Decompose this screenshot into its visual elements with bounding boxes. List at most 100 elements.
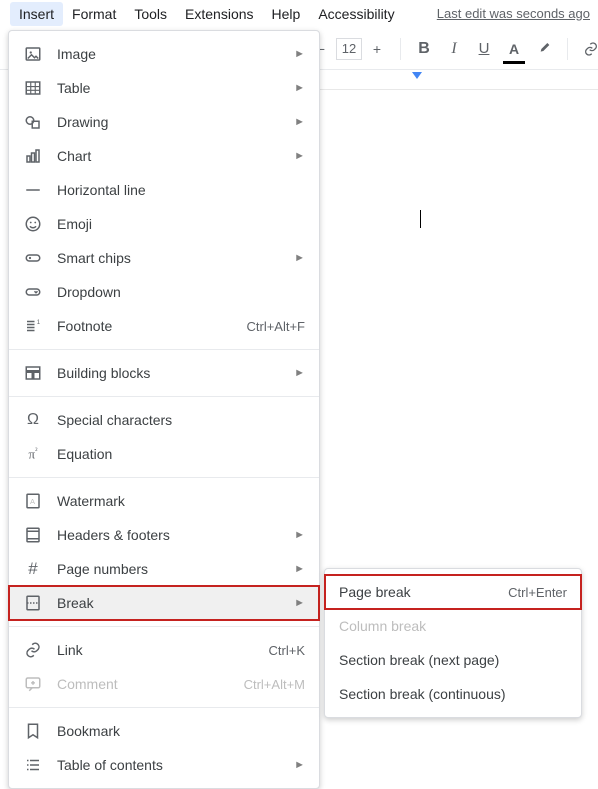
menubar: Insert Format Tools Extensions Help Acce…	[0, 0, 598, 28]
menu-item-image[interactable]: Image►	[9, 37, 319, 71]
menu-item-shortcut: Ctrl+Alt+F	[246, 319, 305, 334]
link-icon	[583, 41, 598, 57]
submenu-arrow-icon: ►	[294, 252, 305, 264]
menu-item-break[interactable]: Break►	[9, 586, 319, 620]
ruler	[320, 72, 598, 90]
submenu-arrow-icon: ►	[294, 367, 305, 379]
bookmark-icon	[23, 721, 43, 741]
menu-item-label: Table of contents	[57, 757, 294, 773]
menu-extensions[interactable]: Extensions	[176, 2, 262, 26]
menu-separator	[9, 349, 319, 350]
submenu-item-label: Page break	[339, 584, 508, 600]
menu-item-label: Building blocks	[57, 365, 294, 381]
break-submenu: Page breakCtrl+Enter Column break Section …	[324, 568, 582, 718]
menu-item-emoji[interactable]: Emoji	[9, 207, 319, 241]
submenu-arrow-icon: ►	[294, 759, 305, 771]
text-color-button[interactable]: A	[501, 36, 527, 62]
emoji-icon	[23, 214, 43, 234]
submenu-item-section-break-continuous-[interactable]: Section break (continuous)	[325, 677, 581, 711]
svg-text:1: 1	[37, 320, 41, 326]
menu-item-table-of-contents[interactable]: Table of contents►	[9, 748, 319, 782]
menu-item-table[interactable]: Table►	[9, 71, 319, 105]
submenu-item-column-break: Column break	[325, 609, 581, 643]
menu-item-horizontal-line[interactable]: Horizontal line	[9, 173, 319, 207]
menu-item-label: Headers & footers	[57, 527, 294, 543]
smartchips-icon	[23, 248, 43, 268]
submenu-item-label: Section break (continuous)	[339, 686, 567, 702]
menu-item-link[interactable]: LinkCtrl+K	[9, 633, 319, 667]
menu-tools[interactable]: Tools	[125, 2, 176, 26]
menu-item-equation[interactable]: π²Equation	[9, 437, 319, 471]
drawing-icon	[23, 112, 43, 132]
indent-marker[interactable]	[412, 72, 422, 79]
menu-item-label: Comment	[57, 676, 244, 692]
menu-item-building-blocks[interactable]: Building blocks►	[9, 356, 319, 390]
last-edit-link[interactable]: Last edit was seconds ago	[437, 6, 590, 21]
menu-format[interactable]: Format	[63, 2, 125, 26]
menu-item-comment: CommentCtrl+Alt+M	[9, 667, 319, 701]
bold-button[interactable]: B	[411, 36, 437, 62]
chart-icon	[23, 146, 43, 166]
menu-item-page-numbers[interactable]: # Page numbers►	[9, 552, 319, 586]
menu-item-label: Chart	[57, 148, 294, 164]
menu-item-label: Equation	[57, 446, 305, 462]
hline-icon	[23, 180, 43, 200]
menu-item-shortcut: Ctrl+K	[269, 643, 305, 658]
insert-menu-dropdown: Image►Table►Drawing►Chart►Horizontal lin…	[8, 30, 320, 789]
toolbar-divider	[567, 38, 568, 60]
highlighter-icon	[536, 41, 552, 57]
submenu-item-page-break[interactable]: Page breakCtrl+Enter	[325, 575, 581, 609]
pagenum-icon: #	[23, 559, 43, 579]
menu-accessibility[interactable]: Accessibility	[309, 2, 403, 26]
menu-item-footnote[interactable]: 1FootnoteCtrl+Alt+F	[9, 309, 319, 343]
submenu-item-shortcut: Ctrl+Enter	[508, 585, 567, 600]
menu-separator	[9, 707, 319, 708]
submenu-arrow-icon: ►	[294, 597, 305, 609]
footnote-icon: 1	[23, 316, 43, 336]
italic-button[interactable]: I	[441, 36, 467, 62]
menu-separator	[9, 477, 319, 478]
break-icon	[23, 593, 43, 613]
submenu-arrow-icon: ►	[294, 116, 305, 128]
menu-item-drawing[interactable]: Drawing►	[9, 105, 319, 139]
table-icon	[23, 78, 43, 98]
menu-item-label: Table	[57, 80, 294, 96]
font-size-plus[interactable]: +	[364, 36, 390, 62]
comment-icon	[23, 674, 43, 694]
font-size-input[interactable]: 12	[336, 38, 362, 60]
link-icon	[23, 640, 43, 660]
menu-item-bookmark[interactable]: Bookmark	[9, 714, 319, 748]
insert-link-button[interactable]	[578, 36, 598, 62]
dropdown-icon	[23, 282, 43, 302]
submenu-item-label: Column break	[339, 618, 567, 634]
menu-separator	[9, 626, 319, 627]
menu-item-shortcut: Ctrl+Alt+M	[244, 677, 305, 692]
submenu-item-label: Section break (next page)	[339, 652, 567, 668]
menu-item-label: Page numbers	[57, 561, 294, 577]
blocks-icon	[23, 363, 43, 383]
submenu-arrow-icon: ►	[294, 150, 305, 162]
watermark-icon: A	[23, 491, 43, 511]
submenu-arrow-icon: ►	[294, 563, 305, 575]
underline-button[interactable]: U	[471, 36, 497, 62]
menu-item-special-characters[interactable]: ΩSpecial characters	[9, 403, 319, 437]
menu-insert[interactable]: Insert	[10, 2, 63, 26]
svg-text:A: A	[30, 497, 35, 506]
menu-item-headers-footers[interactable]: Headers & footers►	[9, 518, 319, 552]
image-icon	[23, 44, 43, 64]
menu-item-watermark[interactable]: AWatermark	[9, 484, 319, 518]
highlight-color-button[interactable]	[531, 36, 557, 62]
menu-item-label: Horizontal line	[57, 182, 305, 198]
menu-help[interactable]: Help	[263, 2, 310, 26]
menu-item-dropdown[interactable]: Dropdown	[9, 275, 319, 309]
menu-item-smart-chips[interactable]: Smart chips►	[9, 241, 319, 275]
menu-item-chart[interactable]: Chart►	[9, 139, 319, 173]
headers-icon	[23, 525, 43, 545]
toc-icon	[23, 755, 43, 775]
menu-item-label: Bookmark	[57, 723, 305, 739]
text-cursor	[420, 210, 421, 228]
menu-item-label: Link	[57, 642, 269, 658]
toolbar-divider	[400, 38, 401, 60]
submenu-item-section-break-next-page-[interactable]: Section break (next page)	[325, 643, 581, 677]
menu-item-label: Drawing	[57, 114, 294, 130]
